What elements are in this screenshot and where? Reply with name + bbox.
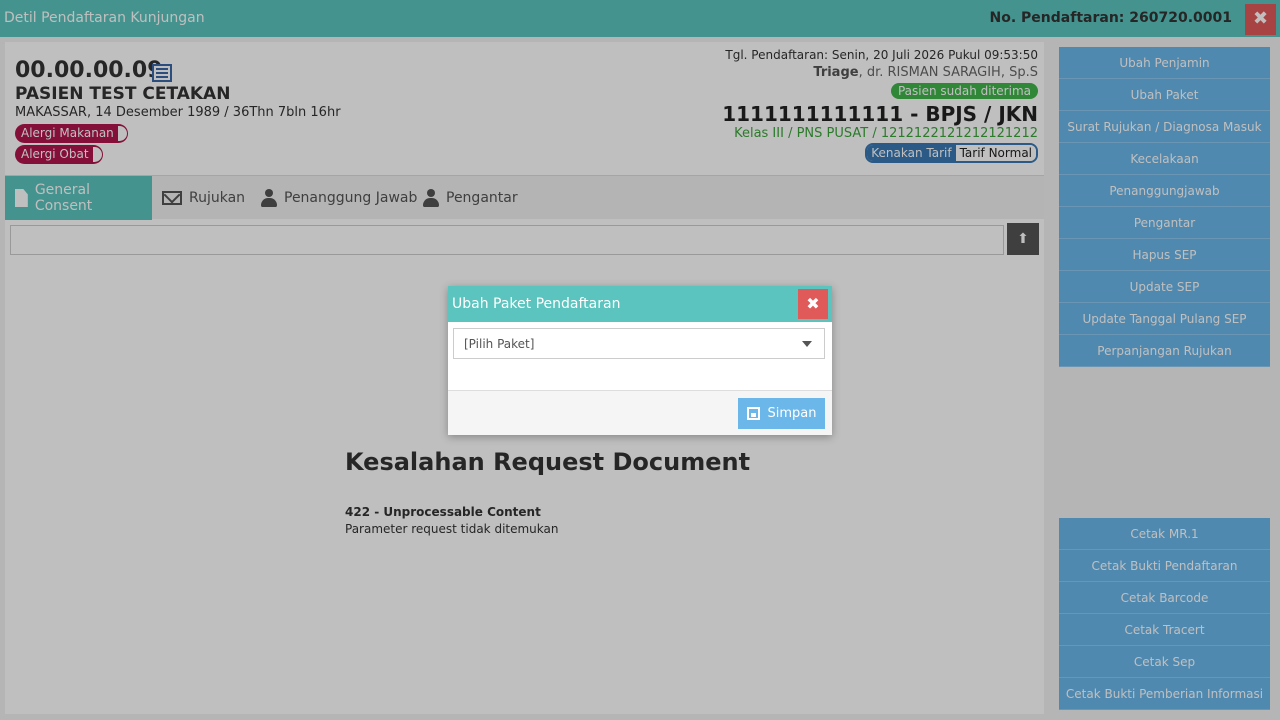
chevron-down-icon — [802, 341, 812, 347]
modal-header: Ubah Paket Pendaftaran ✖ — [448, 286, 832, 322]
paket-select[interactable]: [Pilih Paket] — [453, 328, 825, 359]
paket-select-value: [Pilih Paket] — [464, 337, 535, 351]
modal-footer: Simpan — [448, 390, 832, 435]
modal-title: Ubah Paket Pendaftaran — [452, 296, 621, 312]
close-icon[interactable]: ✖ — [798, 289, 828, 319]
ubah-paket-modal: Ubah Paket Pendaftaran ✖ [Pilih Paket] S… — [448, 286, 832, 435]
save-label: Simpan — [767, 406, 817, 421]
floppy-disk-icon — [746, 407, 760, 420]
save-button[interactable]: Simpan — [738, 398, 825, 429]
